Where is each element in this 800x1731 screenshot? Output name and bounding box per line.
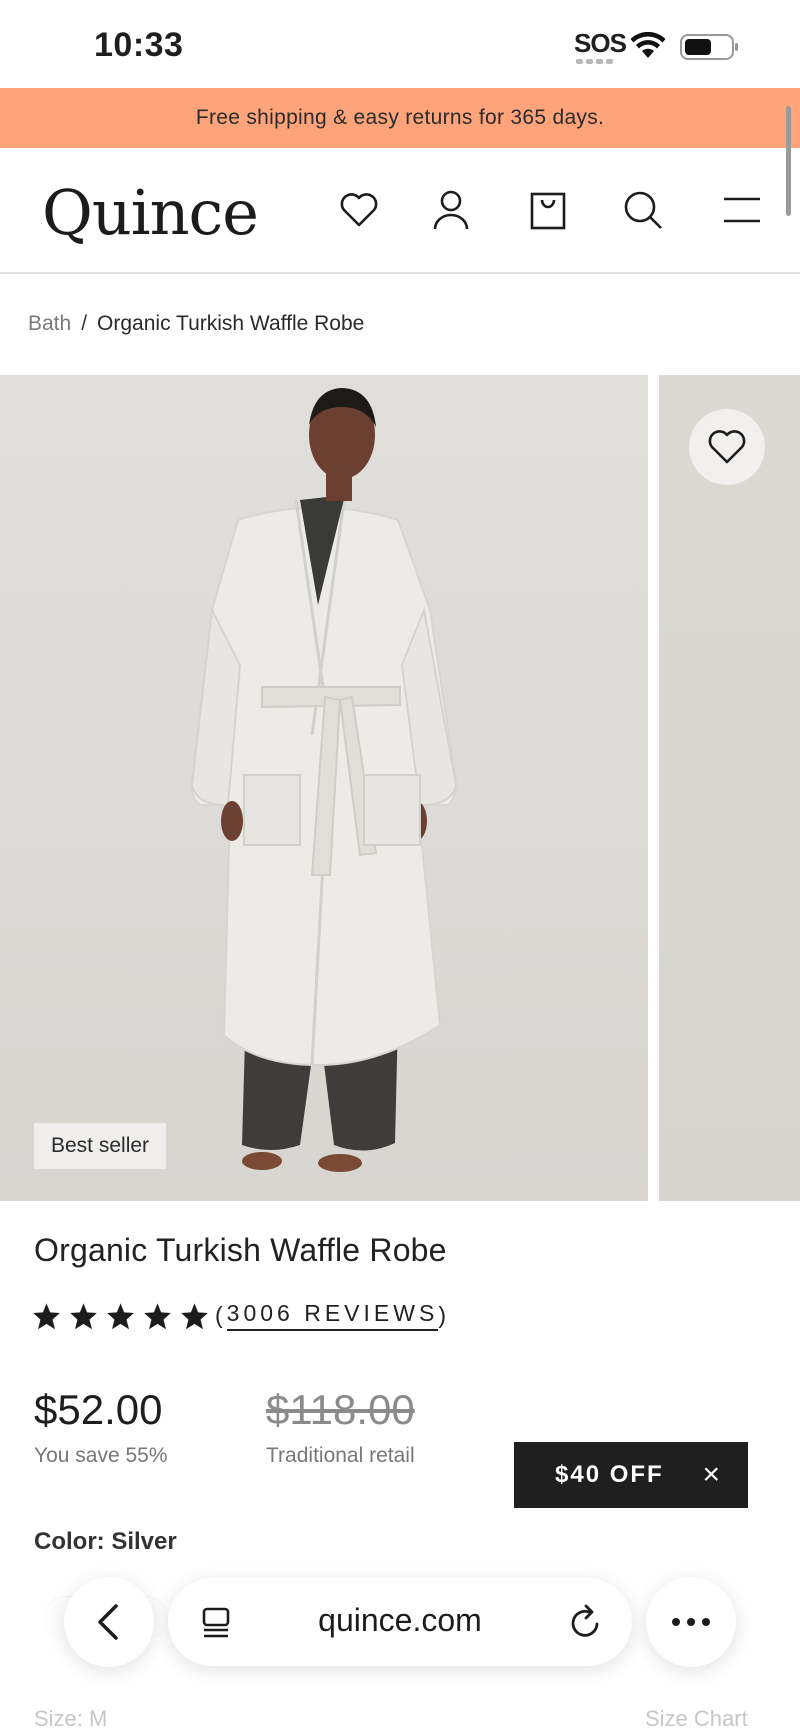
product-image-main[interactable]: Best seller: [0, 375, 648, 1201]
best-seller-badge: Best seller: [34, 1123, 167, 1169]
star-icon: [181, 1302, 208, 1329]
star-icon: [70, 1302, 97, 1329]
size-chart-link[interactable]: Size Chart: [645, 1706, 748, 1731]
savings-text: You save 55%: [34, 1444, 168, 1467]
promo-banner[interactable]: Free shipping & easy returns for 365 day…: [0, 88, 800, 148]
retail-label: Traditional retail: [266, 1444, 415, 1467]
ellipsis-icon: [672, 1618, 710, 1626]
search-icon[interactable]: [615, 182, 671, 238]
discount-offer-button[interactable]: $40 OFF ×: [514, 1442, 748, 1508]
breadcrumb-bath-link[interactable]: Bath: [28, 312, 71, 336]
page-scrollbar[interactable]: [786, 106, 791, 216]
star-rating: [32, 1302, 209, 1330]
quince-logo[interactable]: Quince: [42, 176, 259, 249]
retail-price: $118.00: [266, 1386, 415, 1433]
url-text[interactable]: quince.com: [168, 1602, 632, 1639]
sos-indicator: SOS: [574, 28, 627, 58]
chevron-left-icon: [98, 1604, 118, 1640]
shopping-bag-icon[interactable]: [520, 182, 576, 238]
breadcrumb-separator: /: [81, 312, 88, 335]
product-gallery[interactable]: Best seller: [0, 375, 800, 1201]
signal-dots: [576, 59, 616, 64]
wishlist-heart-icon[interactable]: [331, 182, 387, 238]
add-to-wishlist-button[interactable]: [689, 409, 765, 485]
color-label: Color: Silver: [34, 1528, 177, 1555]
reviews-link[interactable]: 3006 REVIEWS: [226, 1300, 439, 1331]
star-icon: [144, 1302, 171, 1329]
sale-price: $52.00: [34, 1386, 163, 1433]
reload-icon[interactable]: [564, 1600, 608, 1644]
site-header: Quince: [0, 148, 800, 274]
star-icon: [107, 1302, 134, 1329]
address-bar[interactable]: quince.com: [168, 1578, 632, 1666]
heart-icon: [708, 430, 746, 464]
wifi-icon: [630, 32, 666, 58]
product-rating[interactable]: ( 3006 REVIEWS ): [32, 1300, 450, 1331]
offer-label: $40 OFF: [555, 1461, 664, 1488]
status-bar: 10:33 SOS: [0, 0, 800, 88]
product-image-next[interactable]: [659, 375, 800, 1201]
browser-back-button[interactable]: [64, 1577, 154, 1667]
account-icon[interactable]: [423, 182, 479, 238]
product-title: Organic Turkish Waffle Robe: [34, 1232, 447, 1268]
offer-close-icon[interactable]: ×: [702, 1458, 722, 1492]
more-options-button[interactable]: [646, 1577, 736, 1667]
reviews-open-paren: (: [215, 1302, 227, 1328]
breadcrumb: Bath / Organic Turkish Waffle Robe: [28, 312, 364, 336]
battery-icon: [680, 34, 738, 60]
star-icon: [33, 1302, 60, 1329]
size-label: Size: M: [34, 1706, 108, 1731]
reviews-close-paren: ): [438, 1302, 450, 1328]
status-time: 10:33: [94, 26, 184, 64]
breadcrumb-current: Organic Turkish Waffle Robe: [97, 312, 365, 335]
robe-model-illustration: [190, 388, 458, 1172]
menu-icon[interactable]: [714, 182, 770, 238]
